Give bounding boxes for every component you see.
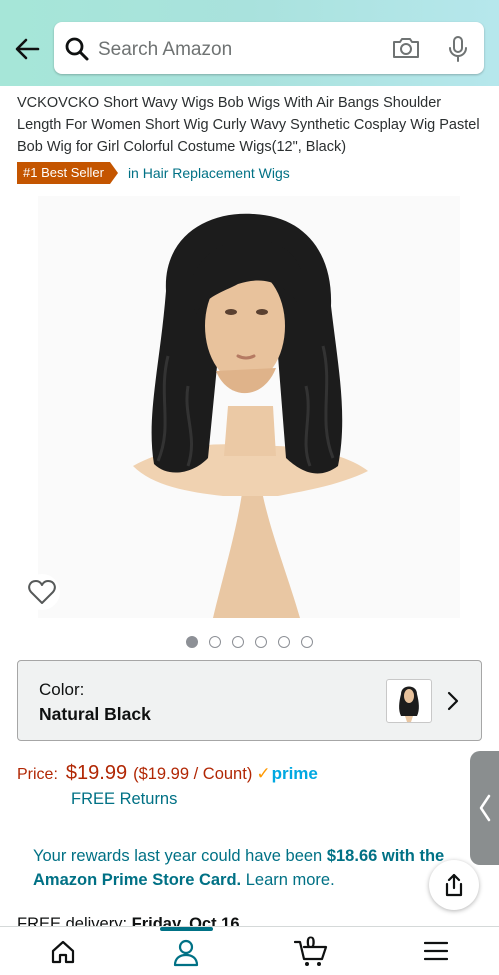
color-label: Color: <box>39 680 85 699</box>
unit-price: ($19.99 / Count) <box>133 765 253 783</box>
carousel-dot[interactable] <box>186 636 198 648</box>
image-carousel-indicator <box>186 636 313 648</box>
side-panel-tab[interactable] <box>470 751 499 865</box>
share-icon <box>445 873 463 897</box>
carousel-dot[interactable] <box>278 636 290 648</box>
cart-count: 0 <box>306 933 316 952</box>
rewards-promo[interactable]: Your rewards last year could have been $… <box>33 844 473 892</box>
best-seller-badge[interactable]: #1 Best Seller <box>17 162 118 184</box>
product-image[interactable] <box>38 196 460 618</box>
wishlist-heart-icon[interactable] <box>24 574 60 610</box>
menu-icon[interactable] <box>423 939 449 968</box>
header-bar: Search Amazon <box>0 0 499 86</box>
camera-icon[interactable] <box>391 35 421 66</box>
price-row: Price: $19.99 ($19.99 / Count) ✓ prime <box>17 762 318 785</box>
wig-mannequin-image <box>38 196 460 618</box>
color-swatch-thumbnail <box>386 679 432 723</box>
price-amount: $19.99 <box>65 762 128 784</box>
cart-icon[interactable]: 0 <box>293 933 330 972</box>
account-icon[interactable] <box>173 939 199 972</box>
active-tab-indicator <box>160 927 213 931</box>
color-value: Natural Black <box>39 704 151 724</box>
best-seller-row: #1 Best Seller in Hair Replacement Wigs <box>17 162 290 184</box>
carousel-dot[interactable] <box>255 636 267 648</box>
search-box[interactable]: Search Amazon <box>54 22 484 74</box>
free-returns-link[interactable]: FREE Returns <box>71 790 177 809</box>
carousel-dot[interactable] <box>209 636 221 648</box>
back-arrow-icon[interactable] <box>12 34 42 64</box>
carousel-dot[interactable] <box>232 636 244 648</box>
chevron-right-icon <box>446 691 460 716</box>
prime-check-icon: ✓ <box>256 764 271 783</box>
bottom-nav-bar: 0 <box>0 926 499 975</box>
home-icon[interactable] <box>50 939 76 970</box>
product-title: VCKOVCKO Short Wavy Wigs Bob Wigs With A… <box>17 95 480 155</box>
price-label: Price: <box>17 766 58 783</box>
chevron-left-icon <box>479 794 490 822</box>
microphone-icon[interactable] <box>446 35 470 68</box>
prime-badge: ✓ prime <box>256 764 318 783</box>
search-input[interactable]: Search Amazon <box>98 39 232 61</box>
share-button[interactable] <box>429 860 479 910</box>
best-seller-category-link[interactable]: in Hair Replacement Wigs <box>128 165 290 181</box>
color-selector[interactable]: Color: Natural Black <box>17 660 482 741</box>
search-icon <box>64 36 90 67</box>
carousel-dot[interactable] <box>301 636 313 648</box>
